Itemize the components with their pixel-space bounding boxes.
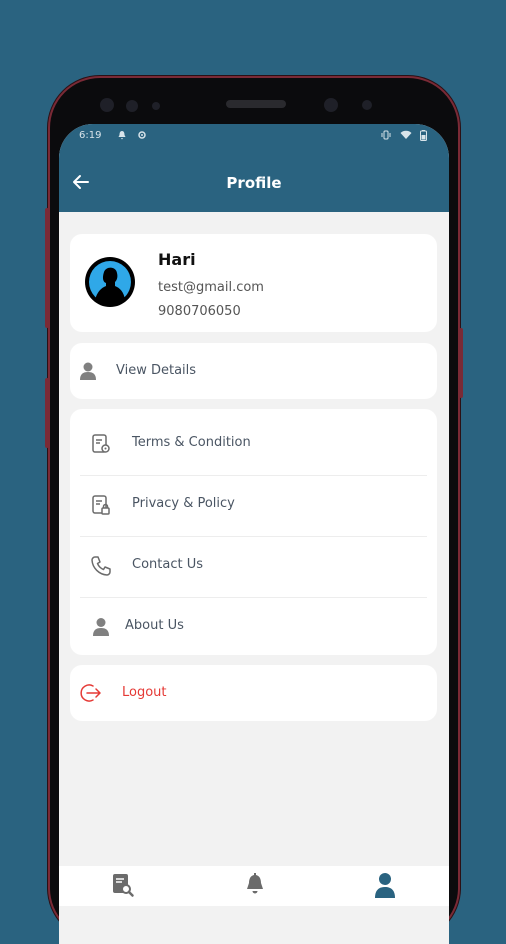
- phone-icon: [91, 556, 111, 576]
- sensor-dot-2: [362, 100, 372, 110]
- view-details-label: View Details: [116, 363, 197, 378]
- vibrate-icon: [381, 130, 391, 140]
- settings-gear-icon: [138, 131, 146, 139]
- wifi-icon: [400, 130, 412, 139]
- profile-email: test@gmail.com: [158, 280, 264, 295]
- phone-frame: 6:19 Profile Hari test@gmail.com 9080706…: [45, 78, 463, 944]
- document-lock-icon: [92, 495, 110, 515]
- logout-icon: [80, 684, 101, 702]
- page-title: Profile: [226, 174, 282, 192]
- menu-item-terms[interactable]: Terms & Condition: [80, 415, 427, 475]
- app-header: 6:19 Profile: [59, 124, 449, 212]
- document-settings-icon: [92, 434, 110, 453]
- rear-sensor: [324, 98, 338, 112]
- side-button-left: [45, 378, 49, 448]
- sensor-dot: [152, 102, 160, 110]
- search-document-icon[interactable]: [111, 872, 135, 898]
- menu-item-label: Terms & Condition: [132, 435, 251, 450]
- volume-button: [45, 208, 49, 328]
- battery-icon: [420, 130, 427, 141]
- status-bar: 6:19: [59, 130, 449, 146]
- menu-item-contact[interactable]: Contact Us: [80, 537, 427, 597]
- sensor: [126, 100, 138, 112]
- profile-phone: 9080706050: [158, 304, 241, 319]
- user-icon: [93, 618, 109, 636]
- notification-bell-icon: [118, 131, 126, 140]
- menu-item-label: About Us: [125, 618, 184, 633]
- profile-card: Hari test@gmail.com 9080706050: [70, 234, 437, 332]
- power-button: [459, 328, 463, 398]
- profile-icon[interactable]: [373, 872, 397, 898]
- menu-item-privacy[interactable]: Privacy & Policy: [80, 476, 427, 536]
- menu-card: Terms & Condition Privacy & Policy Conta…: [70, 409, 437, 655]
- user-icon: [80, 362, 96, 380]
- logout-button[interactable]: Logout: [70, 665, 437, 721]
- front-camera: [100, 98, 114, 112]
- status-time: 6:19: [79, 130, 102, 141]
- profile-name: Hari: [158, 250, 196, 269]
- bell-icon[interactable]: [243, 872, 267, 898]
- menu-item-label: Contact Us: [132, 557, 203, 572]
- earpiece: [226, 100, 286, 108]
- bottom-nav: [59, 866, 449, 906]
- logout-label: Logout: [122, 685, 167, 700]
- app-screen: 6:19 Profile Hari test@gmail.com 9080706…: [59, 124, 449, 944]
- view-details-button[interactable]: View Details: [70, 343, 437, 399]
- avatar: [85, 257, 135, 307]
- menu-item-label: Privacy & Policy: [132, 496, 235, 511]
- menu-item-about[interactable]: About Us: [80, 598, 427, 658]
